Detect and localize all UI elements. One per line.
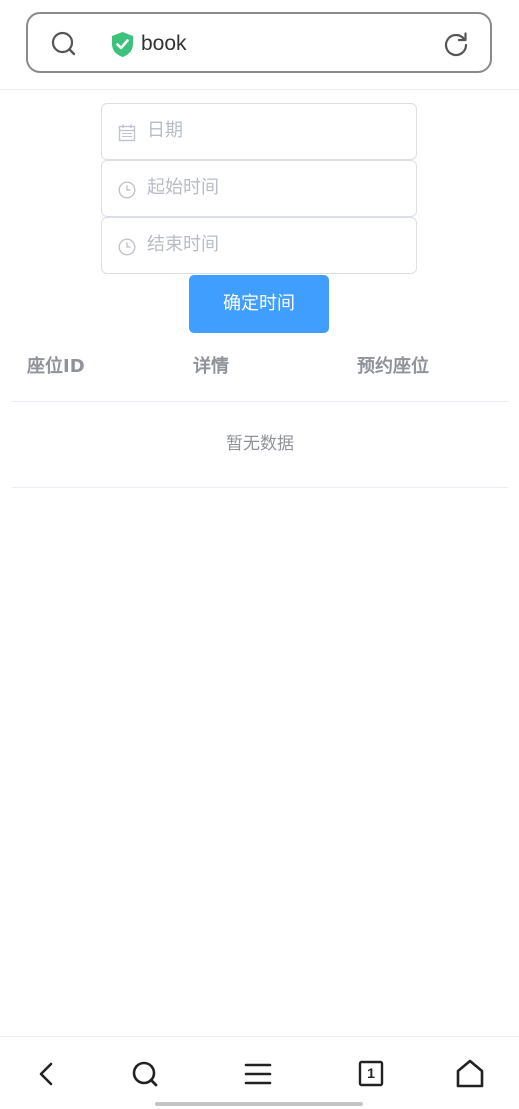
address-text[interactable]: book <box>141 31 187 57</box>
page: book 日期 起始时间 结束时间 确定时间 座位ID 详情 预约座位 暂无数据… <box>0 0 519 1109</box>
table-empty-row: 暂无数据 <box>12 402 508 488</box>
clock-icon <box>118 238 136 256</box>
search-icon[interactable] <box>128 1057 162 1091</box>
reload-icon[interactable] <box>442 30 470 58</box>
start-time-placeholder: 起始时间 <box>147 177 219 198</box>
end-time-input[interactable]: 结束时间 <box>101 217 417 274</box>
browser-toolbar: book <box>0 0 519 90</box>
column-header-reserve-seat: 预约座位 <box>357 356 429 377</box>
column-header-seat-id: 座位ID <box>27 356 85 377</box>
browser-bottom-nav: 1 <box>0 1036 519 1109</box>
empty-state-text: 暂无数据 <box>226 434 294 454</box>
address-bar[interactable]: book <box>26 12 492 73</box>
confirm-time-button[interactable]: 确定时间 <box>189 275 329 333</box>
tabs-button[interactable]: 1 <box>354 1057 388 1091</box>
home-icon[interactable] <box>453 1057 487 1091</box>
date-placeholder: 日期 <box>147 120 183 141</box>
secure-shield-icon <box>112 32 133 57</box>
back-icon[interactable] <box>30 1057 64 1091</box>
tab-count: 1 <box>367 1065 375 1081</box>
start-time-input[interactable]: 起始时间 <box>101 160 417 217</box>
calendar-icon <box>118 124 136 142</box>
table-header: 座位ID 详情 预约座位 <box>12 340 508 402</box>
column-header-details: 详情 <box>193 356 229 377</box>
clock-icon <box>118 181 136 199</box>
end-time-placeholder: 结束时间 <box>147 234 219 255</box>
home-indicator[interactable] <box>155 1102 363 1106</box>
menu-icon[interactable] <box>241 1057 275 1091</box>
search-icon[interactable] <box>50 30 78 58</box>
date-picker-input[interactable]: 日期 <box>101 103 417 160</box>
